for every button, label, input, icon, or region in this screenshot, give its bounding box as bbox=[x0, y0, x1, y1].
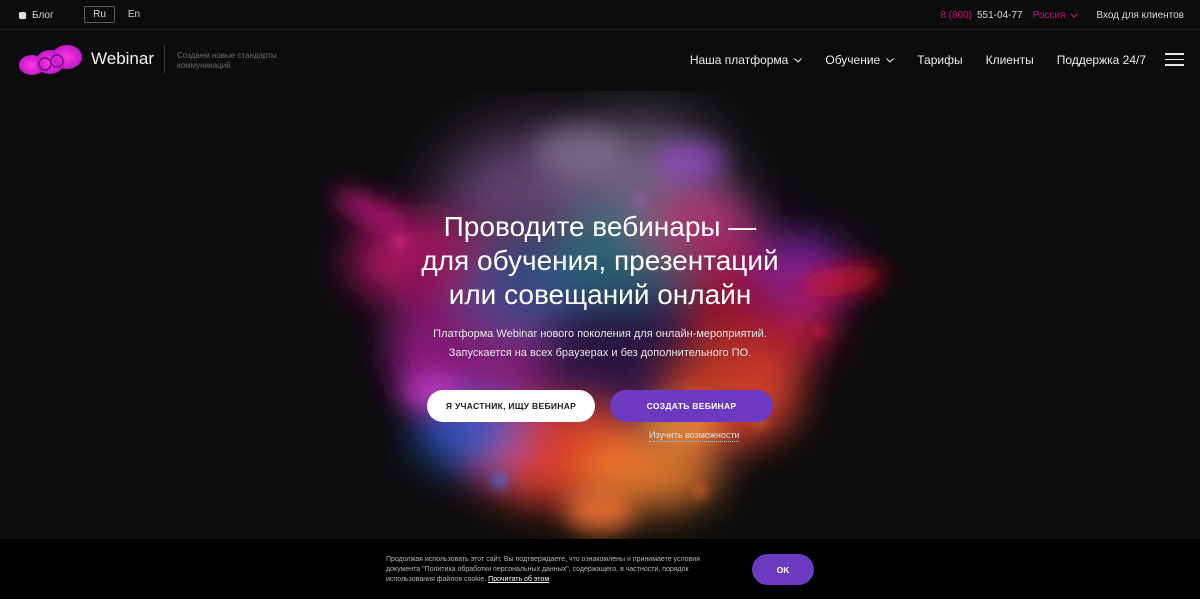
cookie-ok-button[interactable]: OK bbox=[752, 554, 814, 585]
blog-label: Блог bbox=[32, 9, 54, 21]
lang-ru-button[interactable]: Ru bbox=[84, 6, 115, 23]
book-icon bbox=[18, 11, 27, 20]
nav-label-platform: Наша платформа bbox=[689, 53, 789, 67]
hero-title-line-3: или совещаний онлайн bbox=[448, 279, 752, 310]
region-label: Россия bbox=[1032, 9, 1066, 21]
header-divider bbox=[164, 45, 165, 73]
hamburger-menu-icon[interactable] bbox=[1165, 53, 1184, 66]
create-webinar-button[interactable]: СОЗДАТЬ ВЕБИНАР bbox=[610, 390, 773, 422]
cookie-text: Продолжая использовать этот сайт, Вы под… bbox=[386, 555, 731, 585]
nav-item-platform[interactable]: Наша платформа bbox=[690, 53, 803, 67]
nav-item-education[interactable]: Обучение bbox=[825, 53, 895, 67]
main-nav: Наша платформа Обучение Тарифы Клиенты П… bbox=[690, 30, 1146, 90]
nav-label-clients: Клиенты bbox=[985, 53, 1034, 67]
hero-title-line-1: Проводите вебинары — bbox=[443, 211, 757, 242]
nav-label-education: Обучение bbox=[825, 53, 881, 67]
cookie-banner: Продолжая использовать этот сайт, Вы под… bbox=[0, 539, 1200, 599]
learn-features-link[interactable]: Изучить возможности bbox=[649, 430, 740, 442]
phone-number[interactable]: 551-04-77 bbox=[977, 10, 1023, 21]
client-login-link[interactable]: Вход для клиентов bbox=[1096, 10, 1184, 21]
color-explosion-image bbox=[333, 121, 885, 533]
hero-title-line-2: для обучения, презентаций bbox=[421, 245, 779, 276]
chevron-down-icon bbox=[794, 57, 803, 63]
top-bar: Блог Ru En 8 (800) 551-04-77 Россия Вход… bbox=[0, 0, 1200, 30]
nav-item-clients[interactable]: Клиенты bbox=[986, 53, 1034, 67]
lang-en-button[interactable]: En bbox=[124, 6, 144, 23]
top-bar-left: Блог bbox=[18, 0, 54, 30]
nav-item-pricing[interactable]: Тарифы bbox=[917, 53, 962, 67]
cookie-read-more-link[interactable]: Прочитать об этом bbox=[488, 576, 549, 583]
participant-button[interactable]: Я УЧАСТНИК, ИЩУ ВЕБИНАР bbox=[427, 390, 595, 422]
blog-link[interactable]: Блог bbox=[18, 10, 54, 21]
chevron-down-icon bbox=[1070, 12, 1079, 18]
top-bar-right: 8 (800) 551-04-77 Россия Вход для клиент… bbox=[940, 0, 1184, 30]
brand-tagline: Создаем новые стандарты коммуникаций bbox=[177, 51, 277, 70]
hero-subtitle: Платформа Webinar нового поколения для о… bbox=[380, 325, 820, 363]
hero-section: Проводите вебинары — для обучения, презе… bbox=[0, 91, 1200, 539]
region-selector[interactable]: Россия bbox=[1033, 10, 1079, 21]
phone-code[interactable]: 8 (800) bbox=[940, 10, 972, 21]
nav-item-support[interactable]: Поддержка 24/7 bbox=[1057, 53, 1146, 67]
nav-label-support: Поддержка 24/7 bbox=[1056, 53, 1146, 67]
hero-subtitle-line-2: Запускается на всех браузерах и без допо… bbox=[448, 347, 752, 359]
hero-title: Проводите вебинары — для обучения, презе… bbox=[380, 210, 820, 312]
nav-label-pricing: Тарифы bbox=[917, 53, 963, 67]
hero-subtitle-line-1: Платформа Webinar нового поколения для о… bbox=[433, 328, 767, 340]
main-header: Webinar Создаем новые стандарты коммуник… bbox=[0, 30, 1200, 90]
brand-name[interactable]: Webinar bbox=[91, 49, 154, 69]
webinar-logo[interactable] bbox=[17, 43, 85, 77]
chevron-down-icon bbox=[886, 57, 895, 63]
